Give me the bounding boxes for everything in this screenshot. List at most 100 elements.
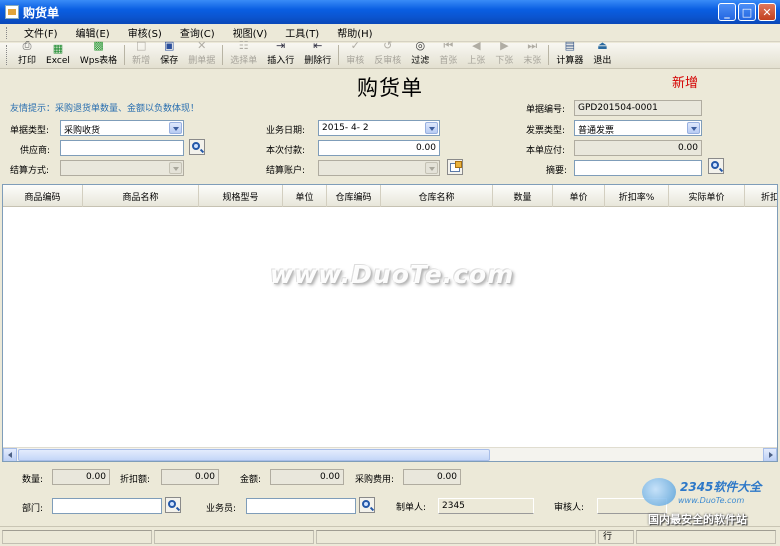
printer-button[interactable]: ⎙ 打印 [13, 40, 41, 68]
column-header[interactable]: 折扣额 [745, 185, 777, 207]
toolbar-button-label: 打印 [18, 56, 37, 66]
chevron-down-icon[interactable] [425, 122, 438, 134]
goods-table[interactable]: 商品编码商品名称规格型号单位仓库编码仓库名称数量单价折扣率%实际单价折扣额 [2, 184, 778, 462]
toolbar-button-label: 删除行 [304, 56, 332, 66]
account-list-icon [450, 161, 462, 172]
search-icon [362, 500, 370, 508]
exit-button[interactable]: ⏏ 退出 [588, 40, 616, 68]
delete-row-button[interactable]: ⇤ 删除行 [299, 40, 336, 68]
insert-row-button[interactable]: ⇥ 插入行 [262, 40, 299, 68]
summary-input[interactable] [574, 160, 702, 176]
payment-now-input[interactable]: 0.00 [318, 140, 440, 156]
column-header[interactable]: 仓库编码 [327, 185, 381, 207]
supplier-input[interactable] [60, 140, 184, 156]
menu-audit[interactable]: 审核(S) [119, 25, 171, 40]
payable-label: 本单应付: [526, 146, 566, 156]
toolbar: ⎙ 打印 ▦ Excel ▩ Wps表格 □ 新增 ▣ 保存 ✕ 删单据 ☷ 选择单 ⇥ 插入行 ⇤ 删除行 ✓ 审核… [0, 39, 780, 69]
logo-site: www.DuoTe.com [678, 496, 745, 505]
chevron-down-icon[interactable] [169, 162, 182, 174]
new-doc-icon: □ [135, 39, 147, 52]
dept-input[interactable] [52, 498, 162, 514]
settle-method-select[interactable] [60, 160, 184, 176]
delete-button[interactable]: ✕ 删单据 [183, 40, 220, 68]
next-icon: ▶ [500, 39, 509, 52]
settle-account-select[interactable] [318, 160, 440, 176]
select-button[interactable]: ☷ 选择单 [225, 39, 262, 68]
column-header[interactable]: 单位 [283, 185, 327, 207]
calculator-button[interactable]: ▤ 计算器 [551, 40, 588, 68]
save-button[interactable]: ▣ 保存 [155, 40, 183, 68]
toolbar-grip [6, 45, 9, 65]
prev-button[interactable]: ◀ 上张 [462, 40, 490, 68]
close-button[interactable]: ✕ [758, 3, 776, 21]
invoice-type-select[interactable]: 普通发票 [574, 120, 702, 136]
binoculars-icon: ◎ [415, 39, 426, 52]
app-icon [5, 5, 19, 19]
menu-file[interactable]: 文件(F) [15, 25, 67, 40]
menu-help[interactable]: 帮助(H) [328, 25, 381, 40]
settle-account-button[interactable] [447, 159, 463, 175]
payable-field: 0.00 [574, 140, 702, 156]
chevron-down-icon[interactable] [687, 122, 700, 134]
first-button[interactable]: ⏮ 首张 [434, 40, 462, 68]
select-icon: ☷ [238, 39, 249, 52]
dept-search-button[interactable] [165, 497, 181, 513]
menu-tools[interactable]: 工具(T) [276, 25, 328, 40]
audit-button[interactable]: ✓ 审核 [341, 39, 369, 68]
column-header[interactable]: 数量 [493, 185, 553, 207]
toolbar-button-label: 下张 [495, 56, 514, 66]
last-button[interactable]: ⏭ 末张 [518, 40, 546, 68]
supplier-search-button[interactable] [189, 139, 205, 155]
scroll-left-icon[interactable] [3, 448, 17, 461]
staff-input[interactable] [246, 498, 356, 514]
minimize-button[interactable]: _ [718, 3, 736, 21]
maximize-button[interactable]: □ [738, 3, 756, 21]
document-header-form: 购货单 新增 友情提示：采购退货单数量、金额以负数体现！ 单据编号: GPD20… [0, 70, 780, 184]
discount-label: 折扣额: [120, 475, 151, 485]
toolbar-button-label: 首张 [439, 56, 458, 66]
amount-total: 0.00 [270, 469, 344, 485]
wps-button[interactable]: ▩ Wps表格 [75, 40, 122, 68]
column-header[interactable]: 仓库名称 [381, 185, 493, 207]
status-row-cell: 行 [598, 530, 634, 544]
biz-date-value: 2015- 4- 2 [322, 123, 369, 133]
chevron-down-icon[interactable] [425, 162, 438, 174]
menu-view[interactable]: 视图(V) [224, 25, 277, 40]
search-icon [192, 142, 200, 150]
watermark: www.DuoTe.com [270, 260, 515, 289]
search-icon [168, 500, 176, 508]
column-header[interactable]: 折扣率% [605, 185, 669, 207]
doc-no-field[interactable]: GPD201504-0001 [574, 100, 702, 116]
new-doc-button[interactable]: □ 新增 [127, 39, 155, 68]
toolbar-separator [124, 45, 126, 65]
staff-label: 业务员: [206, 504, 237, 514]
excel-button[interactable]: ▦ Excel [41, 42, 75, 68]
toolbar-button-label: 上张 [467, 56, 486, 66]
payment-now-label: 本次付款: [266, 146, 306, 156]
toolbar-button-label: 计算器 [556, 56, 584, 66]
unaudit-button[interactable]: ↺ 反审核 [369, 40, 406, 68]
audit-icon: ✓ [350, 39, 360, 52]
doc-type-select[interactable]: 采购收货 [60, 120, 184, 136]
column-header[interactable]: 实际单价 [669, 185, 745, 207]
purchase-fee-label: 采购费用: [355, 475, 395, 485]
column-header[interactable]: 单价 [553, 185, 605, 207]
column-header[interactable]: 商品名称 [83, 185, 199, 207]
column-header[interactable]: 商品编码 [3, 185, 83, 207]
menu-query[interactable]: 查询(C) [171, 25, 224, 40]
toolbar-button-label: 新增 [132, 56, 151, 66]
invoice-type-label: 发票类型: [526, 126, 566, 136]
binoculars-button[interactable]: ◎ 过滤 [406, 39, 434, 68]
chevron-down-icon[interactable] [169, 122, 182, 134]
status-cell [316, 530, 596, 544]
scroll-right-icon[interactable] [763, 448, 777, 461]
biz-date-picker[interactable]: 2015- 4- 2 [318, 120, 440, 136]
staff-search-button[interactable] [359, 497, 375, 513]
summary-search-button[interactable] [708, 158, 724, 174]
next-button[interactable]: ▶ 下张 [490, 39, 518, 68]
horizontal-scrollbar[interactable] [3, 447, 777, 461]
toolbar-button-label: 保存 [160, 56, 179, 66]
column-header[interactable]: 规格型号 [199, 185, 283, 207]
scroll-thumb[interactable] [18, 449, 490, 461]
menu-edit[interactable]: 编辑(E) [67, 25, 119, 40]
